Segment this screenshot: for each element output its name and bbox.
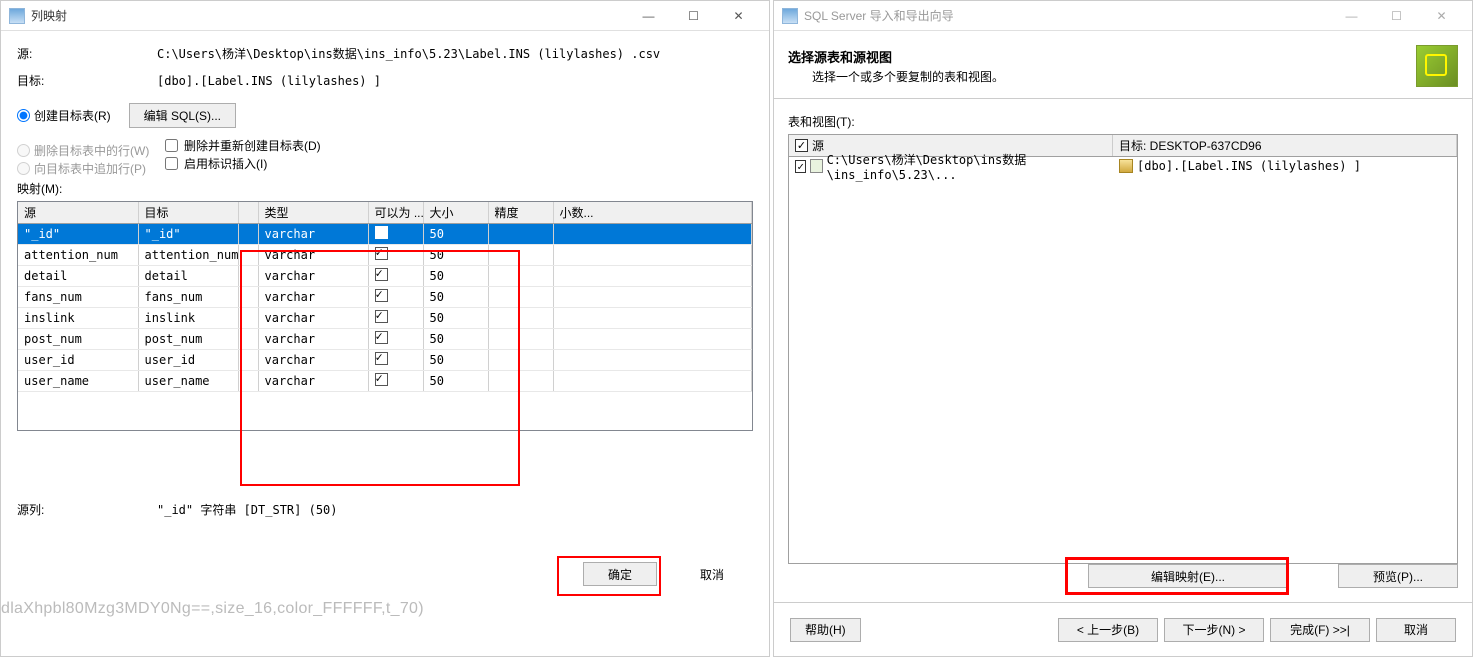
chk-identity-label: 启用标识插入(I) [184,155,267,172]
col-precision[interactable]: 精度 [488,202,553,224]
mapping-grid[interactable]: 源 目标 类型 可以为 ... 大小 精度 小数... "_id""_id"va… [17,201,753,431]
target-label: 目标: [17,72,157,89]
finish-button[interactable]: 完成(F) >>| [1270,618,1370,642]
row-checkbox[interactable] [795,160,806,173]
help-button[interactable]: 帮助(H) [790,618,861,642]
wizard-icon [1416,45,1458,87]
table-row[interactable]: C:\Users\杨洋\Desktop\ins数据\ins_info\5.23\… [789,157,1457,175]
mapping-row[interactable]: fans_numfans_numvarchar50 [18,287,752,308]
target-value: [dbo].[Label.INS (lilylashes) ] [157,74,381,88]
radio-delete-rows [17,144,30,157]
back-button[interactable]: < 上一步(B) [1058,618,1158,642]
chk-drop-label: 删除并重新创建目标表(D) [184,137,321,154]
minimize-button[interactable]: — [1329,2,1374,30]
source-col-label: 源列: [17,501,157,518]
cancel-button[interactable]: 取消 [1376,618,1456,642]
close-button[interactable]: ✕ [1419,2,1464,30]
wizard-footer: 帮助(H) < 上一步(B) 下一步(N) > 完成(F) >>| 取消 [774,602,1472,656]
watermark-text: dlaXhpbl80Mzg3MDY0Ng==,size_16,color_FFF… [1,600,424,618]
radio-append [17,162,30,175]
close-button[interactable]: ✕ [716,2,761,30]
radio-create-table[interactable] [17,109,30,122]
table-icon [1119,159,1133,173]
edit-mapping-button[interactable]: 编辑映射(E)... [1088,564,1288,588]
maximize-button[interactable]: ☐ [671,2,716,30]
mapping-label: 映射(M): [17,180,753,197]
chk-identity-insert[interactable] [165,157,178,170]
file-icon [810,159,822,173]
column-mapping-dialog: 列映射 — ☐ ✕ 源: C:\Users\杨洋\Desktop\ins数据\i… [0,0,770,657]
wizard-subtitle: 选择一个或多个要复制的表和视图。 [812,68,1004,85]
import-export-wizard: SQL Server 导入和导出向导 — ☐ ✕ 选择源表和源视图 选择一个或多… [773,0,1473,657]
mapping-row[interactable]: user_iduser_idvarchar50 [18,350,752,371]
wizard-title: 选择源表和源视图 [788,47,1004,66]
mapping-row[interactable]: "_id""_id"varchar50 [18,224,752,245]
mapping-row[interactable]: detaildetailvarchar50 [18,266,752,287]
row-source: C:\Users\杨洋\Desktop\ins数据\ins_info\5.23\… [827,151,1107,182]
col-scale[interactable]: 小数... [553,202,752,224]
mapping-row[interactable]: attention_numattention_numvarchar50 [18,245,752,266]
app-icon [9,8,25,24]
grid-header-dest[interactable]: 目标: DESKTOP-637CD96 [1113,135,1457,156]
radio-delete-label: 删除目标表中的行(W) [34,142,149,159]
app-icon [782,8,798,24]
next-button[interactable]: 下一步(N) > [1164,618,1264,642]
window-title: SQL Server 导入和导出向导 [804,7,1329,24]
col-gap [238,202,258,224]
source-label: 源: [17,45,157,62]
mapping-row[interactable]: inslinkinslinkvarchar50 [18,308,752,329]
mapping-row[interactable]: user_nameuser_namevarchar50 [18,371,752,392]
source-value: C:\Users\杨洋\Desktop\ins数据\ins_info\5.23\… [157,45,660,62]
titlebar-right: SQL Server 导入和导出向导 — ☐ ✕ [774,1,1472,31]
tables-views-label: 表和视图(T): [788,113,1458,130]
col-nullable[interactable]: 可以为 ... [368,202,423,224]
maximize-button[interactable]: ☐ [1374,2,1419,30]
cancel-button[interactable]: 取消 [675,562,749,586]
radio-create-label: 创建目标表(R) [34,107,111,124]
col-size[interactable]: 大小 [423,202,488,224]
mapping-row[interactable]: post_numpost_numvarchar50 [18,329,752,350]
chk-drop-recreate[interactable] [165,139,178,152]
window-title: 列映射 [31,7,626,24]
col-source[interactable]: 源 [18,202,138,224]
wizard-header: 选择源表和源视图 选择一个或多个要复制的表和视图。 [774,31,1472,99]
tables-views-grid[interactable]: 源 目标: DESKTOP-637CD96 C:\Users\杨洋\Deskto… [788,134,1458,564]
row-dest: [dbo].[Label.INS (lilylashes) ] [1137,159,1361,173]
grid-header-dest-label: 目标: DESKTOP-637CD96 [1119,137,1262,154]
col-dest[interactable]: 目标 [138,202,238,224]
ok-button[interactable]: 确定 [583,562,657,586]
titlebar-left: 列映射 — ☐ ✕ [1,1,769,31]
source-col-value: "_id" 字符串 [DT_STR] (50) [157,501,338,518]
preview-button[interactable]: 预览(P)... [1338,564,1458,588]
radio-append-label: 向目标表中追加行(P) [34,160,146,177]
col-type[interactable]: 类型 [258,202,368,224]
minimize-button[interactable]: — [626,2,671,30]
edit-sql-button[interactable]: 编辑 SQL(S)... [129,103,236,128]
